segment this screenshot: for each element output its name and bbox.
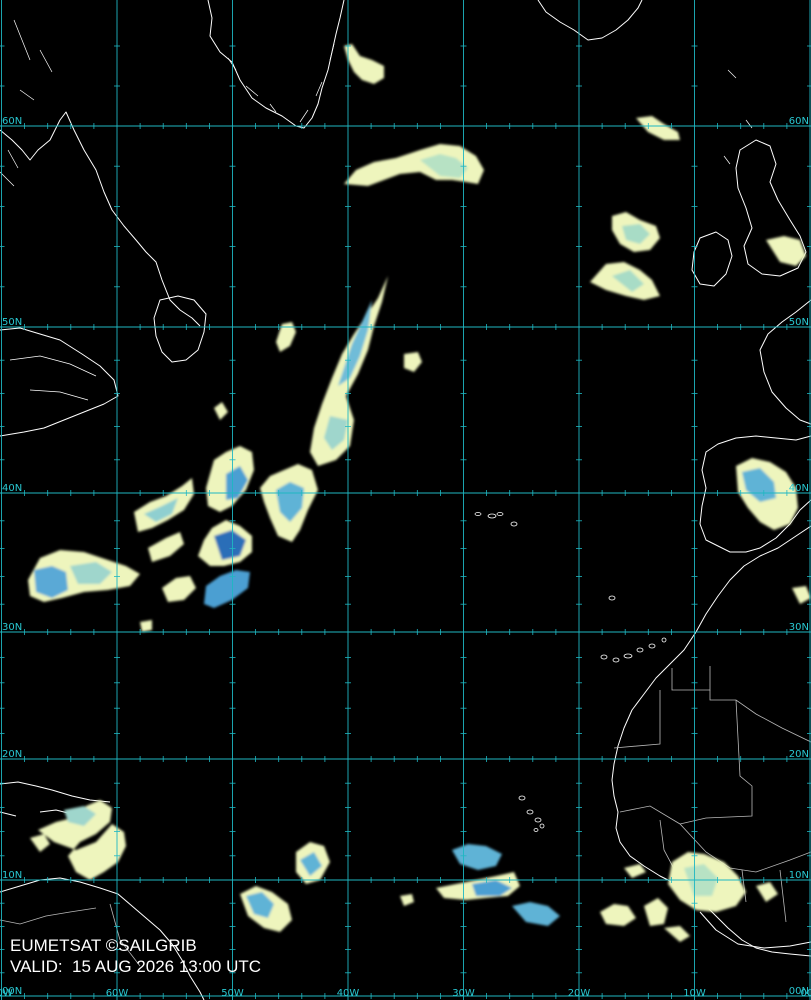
valid-label: VALID:: [10, 957, 63, 976]
latitude-label-right: 60N: [789, 116, 809, 127]
longitude-label: 30W: [452, 988, 475, 999]
latitude-label-left: 40N: [2, 483, 22, 494]
latitude-label-right: 10N: [789, 870, 809, 881]
latitude-label-left: 50N: [2, 317, 22, 328]
longitude-label: 40W: [337, 988, 360, 999]
longitude-label: 20W: [568, 988, 591, 999]
longitude-label: 60W: [106, 988, 129, 999]
valid-time: 15 AUG 2026 13:00 UTC: [72, 957, 262, 976]
latitude-label-left: 30N: [2, 622, 22, 633]
satellite-map: 60N 60N50N 50N40N 40N30N 30N20N 20N10N 10N00N 0…: [0, 0, 811, 1000]
credit-text: EUMETSAT ©SAILGRIB: [10, 936, 197, 955]
latitude-label-right: 50N: [789, 317, 809, 328]
latitude-label-right: 20N: [789, 749, 809, 760]
longitude-label: 00E: [800, 988, 811, 999]
longitude-label: 70W: [0, 988, 13, 999]
valid-time-line: VALID: 15 AUG 2026 13:00 UTC: [10, 957, 261, 977]
latitude-label-left: 10N: [2, 870, 22, 881]
latitude-label-left: 20N: [2, 749, 22, 760]
longitude-label: 10W: [683, 988, 706, 999]
latitude-label-left: 60N: [2, 116, 22, 127]
latitude-label-right: 40N: [789, 483, 809, 494]
latitude-label-right: 30N: [789, 622, 809, 633]
longitude-label: 50W: [221, 988, 244, 999]
